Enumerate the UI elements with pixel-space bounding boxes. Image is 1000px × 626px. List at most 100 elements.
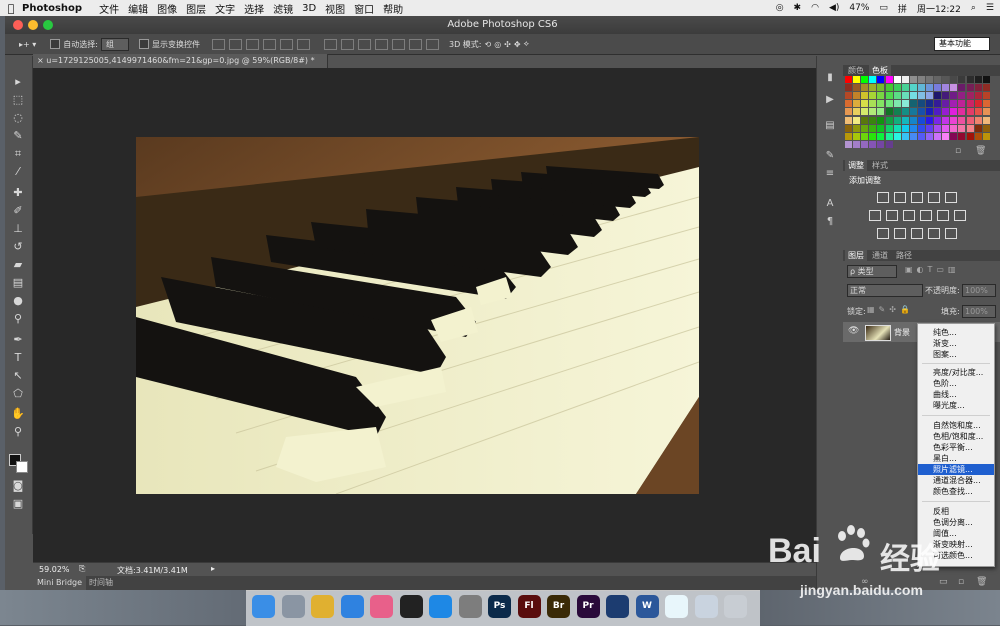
color-swatch[interactable]: [901, 76, 909, 83]
color-swatch[interactable]: [917, 116, 925, 124]
color-swatch[interactable]: [877, 124, 885, 132]
shape-tool-icon[interactable]: ⬠: [10, 386, 26, 402]
color-swatch[interactable]: [958, 124, 966, 132]
color-swatch[interactable]: [942, 84, 950, 92]
color-swatch[interactable]: [901, 100, 909, 108]
color-swatch[interactable]: [942, 100, 950, 108]
color-swatch[interactable]: [893, 92, 901, 100]
color-swatch[interactable]: [901, 92, 909, 100]
levels-icon[interactable]: [894, 192, 906, 203]
color-swatch[interactable]: [974, 76, 982, 83]
clock[interactable]: 周一12:22: [917, 2, 961, 15]
color-swatch[interactable]: [982, 124, 990, 132]
color-swatch[interactable]: [909, 116, 917, 124]
color-swatch[interactable]: [942, 116, 950, 124]
color-swatch[interactable]: [918, 141, 925, 148]
brush-panel-icon[interactable]: ✎: [823, 150, 837, 162]
color-swatch[interactable]: [861, 92, 869, 100]
zoom-tool-icon[interactable]: ⚲: [10, 424, 26, 440]
menu-item-solid-color[interactable]: 纯色...: [918, 327, 994, 338]
show-transform-checkbox[interactable]: [138, 39, 149, 49]
search-icon[interactable]: ⌕: [971, 3, 976, 13]
align-top-icon[interactable]: [211, 38, 225, 50]
minimize-window-button[interactable]: [28, 20, 38, 30]
color-swatch[interactable]: [845, 100, 852, 108]
history-panel-icon[interactable]: ▮: [823, 72, 837, 84]
color-swatch[interactable]: [934, 141, 941, 148]
color-swatch[interactable]: [861, 124, 869, 132]
zoom-window-button[interactable]: [43, 20, 53, 30]
color-swatch[interactable]: [942, 141, 949, 148]
tab-adjustments[interactable]: 调整: [845, 160, 867, 171]
menu-edit[interactable]: 编辑: [128, 1, 157, 16]
color-swatch[interactable]: [861, 84, 869, 92]
channel-mixer-icon[interactable]: [937, 210, 949, 221]
color-swatch[interactable]: [926, 124, 933, 132]
hand-tool-icon[interactable]: ✋: [10, 406, 26, 422]
color-swatch[interactable]: [934, 124, 942, 132]
color-swatch[interactable]: [877, 140, 885, 148]
color-swatch[interactable]: [893, 76, 901, 83]
threshold-icon[interactable]: [911, 228, 923, 239]
color-swatch[interactable]: [845, 76, 852, 83]
lasso-tool-icon[interactable]: ◌: [10, 110, 26, 126]
color-swatch[interactable]: [950, 116, 958, 124]
crop-tool-icon[interactable]: ⌗: [10, 146, 26, 162]
color-swatch[interactable]: [877, 100, 885, 108]
align-left-icon[interactable]: [262, 38, 276, 50]
status-icon[interactable]: ◎: [776, 3, 784, 13]
input-method-icon[interactable]: 拼: [898, 2, 907, 15]
photos-icon[interactable]: [370, 595, 393, 618]
color-swatch[interactable]: [942, 124, 950, 132]
menu-filter[interactable]: 滤镜: [273, 1, 302, 16]
3d-roll-icon[interactable]: ◎: [494, 40, 501, 49]
color-swatch[interactable]: [877, 108, 885, 116]
color-swatch[interactable]: [934, 132, 942, 140]
color-swatch[interactable]: [885, 84, 893, 92]
color-swatch[interactable]: [909, 84, 917, 92]
blend-mode-dropdown[interactable]: 正常: [847, 284, 923, 297]
color-swatch[interactable]: [845, 108, 852, 116]
color-swatch[interactable]: [885, 108, 893, 116]
color-swatch[interactable]: [861, 116, 869, 124]
menu-item-curves[interactable]: 曲线...: [918, 389, 994, 400]
color-swatch[interactable]: [861, 132, 869, 140]
blur-tool-icon[interactable]: ●: [10, 293, 26, 309]
color-swatch[interactable]: [885, 116, 893, 124]
bluetooth-icon[interactable]: ✱: [794, 3, 802, 13]
menu-type[interactable]: 文字: [215, 1, 244, 16]
color-swatch[interactable]: [982, 84, 990, 92]
distribute-hcenter-icon[interactable]: [391, 38, 405, 50]
color-swatch[interactable]: [901, 124, 909, 132]
menu-help[interactable]: 帮助: [383, 1, 412, 16]
layer-name[interactable]: 背景: [894, 327, 910, 338]
invert-icon[interactable]: [877, 228, 889, 239]
eyedropper-tool-icon[interactable]: ⁄: [10, 164, 26, 180]
color-swatch[interactable]: [942, 92, 950, 100]
3d-drag-icon[interactable]: ✣: [504, 40, 511, 49]
color-swatch[interactable]: [901, 116, 909, 124]
posterize-icon[interactable]: [894, 228, 906, 239]
healing-brush-tool-icon[interactable]: ✚: [10, 185, 26, 201]
zoom-level[interactable]: 59.02%: [39, 565, 70, 574]
color-swatch[interactable]: [934, 76, 942, 83]
color-swatch[interactable]: [861, 76, 869, 83]
color-swatch[interactable]: [917, 84, 925, 92]
color-swatch[interactable]: [893, 132, 901, 140]
color-swatch[interactable]: [853, 108, 861, 116]
actions-panel-icon[interactable]: ▶: [823, 94, 837, 106]
color-swatch[interactable]: [966, 132, 974, 140]
color-swatch[interactable]: [909, 108, 917, 116]
color-swatch[interactable]: [966, 92, 974, 100]
color-swatch[interactable]: [966, 84, 974, 92]
color-swatch[interactable]: [885, 124, 893, 132]
color-swatch[interactable]: [950, 124, 958, 132]
color-swatch[interactable]: [893, 124, 901, 132]
color-swatch[interactable]: [958, 100, 966, 108]
color-swatch[interactable]: [926, 132, 933, 140]
color-swatch[interactable]: [926, 108, 933, 116]
distribute-left-icon[interactable]: [374, 38, 388, 50]
color-swatch[interactable]: [845, 124, 852, 132]
mail-icon[interactable]: [694, 595, 718, 618]
quick-mask-icon[interactable]: ◙: [10, 478, 26, 494]
